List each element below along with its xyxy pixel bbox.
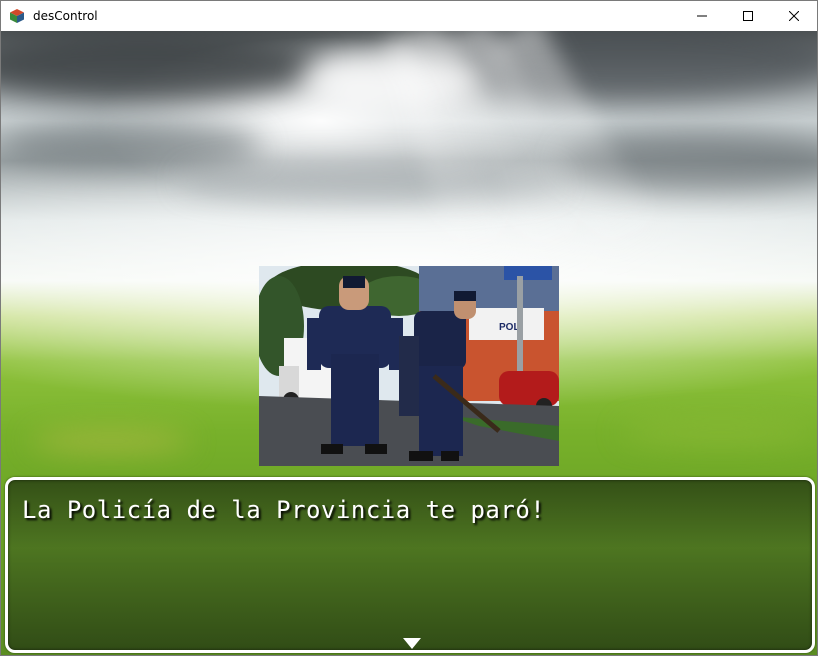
game-window: desControl POLI La Policía de la Provinc… — [0, 0, 818, 656]
close-button[interactable] — [771, 1, 817, 31]
app-cube-icon — [10, 9, 24, 23]
message-window[interactable]: La Policía de la Provincia te paró! — [5, 477, 815, 653]
title-bar[interactable]: desControl — [1, 1, 817, 31]
maximize-button[interactable] — [725, 1, 771, 31]
cloud — [1, 31, 321, 101]
maximize-icon — [743, 11, 753, 21]
cloud — [1, 121, 261, 171]
police-photo: POLI — [259, 266, 559, 466]
game-canvas[interactable]: POLI La Policía de la Provincia te paró! — [1, 31, 817, 655]
minimize-button[interactable] — [679, 1, 725, 31]
grass-patch — [31, 431, 191, 451]
close-icon — [789, 11, 799, 21]
grass-patch — [621, 421, 817, 445]
minimize-icon — [697, 15, 707, 17]
down-triangle-icon[interactable] — [403, 638, 421, 649]
dialog-message: La Policía de la Provincia te paró! — [22, 496, 546, 524]
window-title: desControl — [33, 9, 98, 23]
